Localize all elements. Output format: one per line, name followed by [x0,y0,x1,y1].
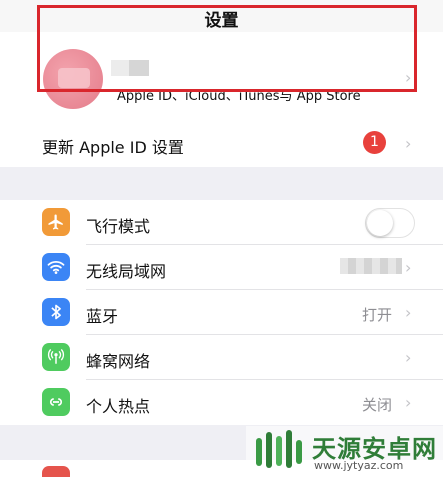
airplane-mode-toggle[interactable] [365,208,415,238]
airplane-icon [42,208,70,236]
toggle-knob [367,210,393,236]
hotspot-icon [42,388,70,416]
wifi-label: 无线局域网 [86,262,167,281]
bluetooth-icon [42,298,70,326]
hotspot-status: 关闭 [362,396,393,414]
chevron-right-icon: › [405,303,412,322]
hotspot-label: 个人热点 [86,397,151,416]
antenna-icon [42,343,70,371]
watermark-logo-icon [256,430,302,468]
chevron-right-icon: › [405,393,412,412]
notification-badge: 1 [363,131,386,154]
bluetooth-label: 蓝牙 [86,307,119,326]
blurred-network-name [340,258,402,274]
chevron-right-icon: › [405,348,412,367]
cellular-label: 蜂窝网络 [86,352,151,371]
notifications-icon [42,466,70,477]
update-apple-id-label: 更新 Apple ID 设置 [42,138,184,157]
wifi-icon [42,253,70,281]
bluetooth-status: 打开 [362,306,393,324]
highlight-box [37,5,417,92]
watermark-url: www.jytyaz.com [314,459,404,472]
chevron-right-icon: › [405,258,412,277]
chevron-right-icon: › [405,134,412,153]
airplane-mode-label: 飞行模式 [86,217,151,236]
